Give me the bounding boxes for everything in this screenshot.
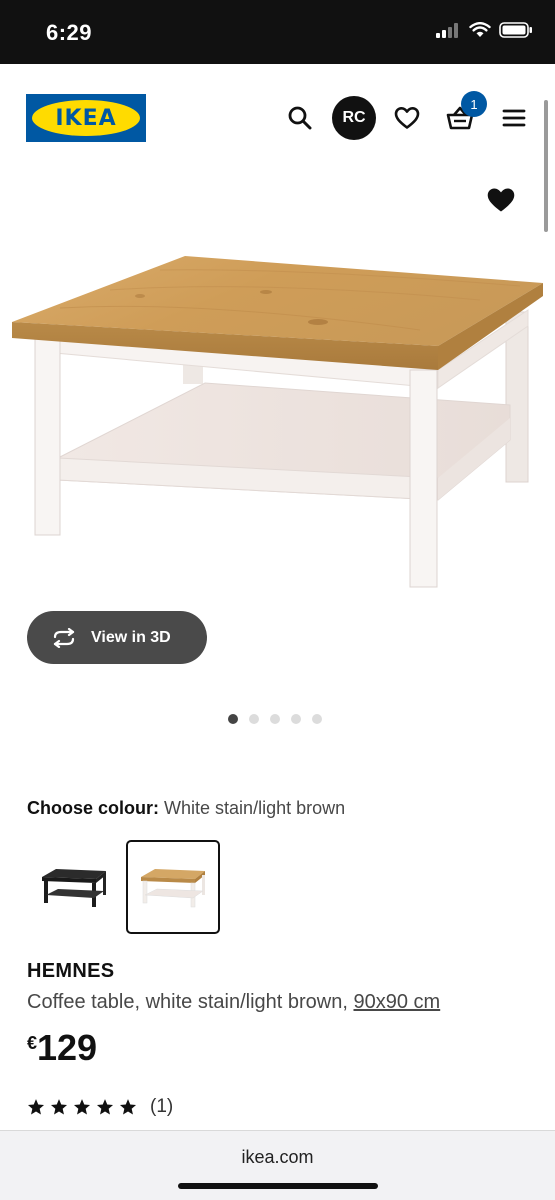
carousel-dot[interactable]	[249, 714, 259, 724]
avatar[interactable]: RC	[332, 96, 376, 140]
view-in-3d-label: View in 3D	[91, 628, 171, 646]
colour-label: Choose colour:	[27, 798, 160, 818]
carousel-dot[interactable]	[270, 714, 280, 724]
star-icon	[119, 1099, 137, 1115]
star-icon	[27, 1099, 45, 1115]
view-in-3d-button[interactable]: View in 3D	[27, 611, 207, 664]
hamburger-menu-icon	[502, 109, 526, 127]
review-count: (1)	[150, 1096, 174, 1117]
status-icons	[435, 22, 533, 38]
cart-count-badge: 1	[461, 91, 487, 117]
carousel-dot[interactable]	[312, 714, 322, 724]
product-size-link[interactable]: 90x90 cm	[353, 991, 440, 1013]
product-price: €129	[27, 1027, 97, 1069]
carousel-dots	[228, 714, 322, 724]
product-description: Coffee table, white stain/light brown, 9…	[27, 991, 440, 1014]
status-bar: 6:29	[0, 0, 555, 64]
wishlist-button[interactable]	[391, 102, 423, 134]
logo-oval: IKEA	[32, 100, 140, 136]
browser-bottom-bar: ikea.com	[0, 1130, 555, 1200]
heart-outline-icon	[394, 107, 420, 129]
colour-value: White stain/light brown	[164, 798, 346, 818]
product-name: HEMNES	[27, 960, 115, 982]
product-description-text: Coffee table, white stain/light brown,	[27, 991, 354, 1013]
menu-button[interactable]	[499, 102, 529, 134]
star-icon	[50, 1099, 68, 1115]
browser-url[interactable]: ikea.com	[0, 1147, 555, 1168]
site-header: IKEA RC 1	[0, 64, 555, 174]
status-time: 6:29	[46, 20, 93, 45]
colour-swatch-black-brown[interactable]	[27, 840, 121, 934]
white-stain-table-thumbnail	[141, 869, 205, 908]
price-currency: €	[27, 1033, 38, 1053]
logo-text: IKEA	[55, 105, 117, 131]
favourite-button[interactable]	[486, 186, 516, 219]
carousel-dot[interactable]	[228, 714, 238, 724]
home-indicator[interactable]	[178, 1183, 378, 1189]
heart-filled-icon	[487, 188, 515, 212]
carousel-dot[interactable]	[291, 714, 301, 724]
star-icon	[96, 1099, 114, 1115]
product-rating[interactable]: (1)	[27, 1096, 173, 1118]
star-icon	[73, 1099, 91, 1115]
ikea-logo[interactable]: IKEA	[26, 94, 146, 142]
search-button[interactable]	[284, 102, 316, 134]
wifi-icon	[469, 22, 491, 37]
battery-icon	[499, 22, 532, 38]
rotate-3d-icon	[53, 627, 75, 648]
search-icon	[288, 106, 312, 130]
price-amount: 129	[37, 1027, 98, 1068]
signal-icon	[436, 23, 458, 38]
product-image[interactable]	[0, 174, 555, 594]
colour-selector-heading: Choose colour: White stain/light brown	[27, 798, 345, 819]
colour-swatch-white-stain-light-brown[interactable]	[126, 840, 220, 934]
black-brown-table-thumbnail	[42, 869, 106, 907]
